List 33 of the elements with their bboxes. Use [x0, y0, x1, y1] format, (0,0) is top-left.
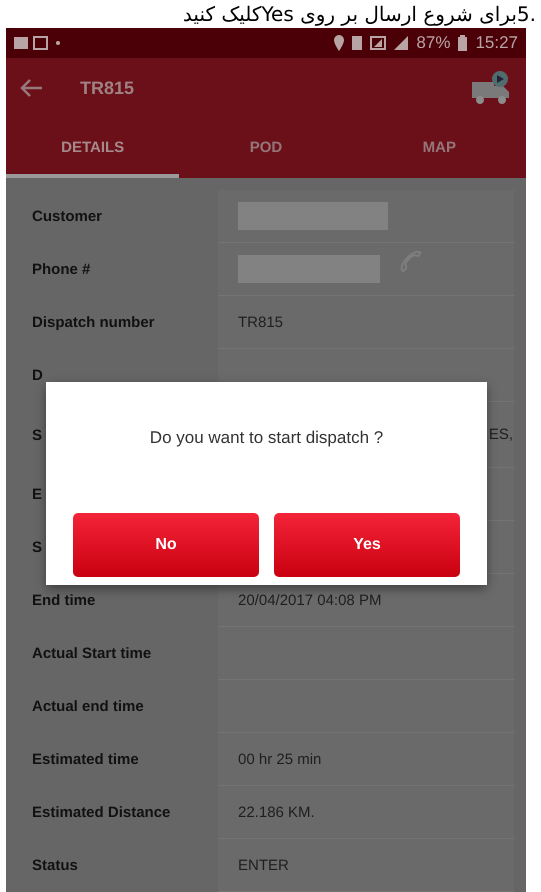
field-label: Actual Start time: [32, 645, 152, 662]
truck-play-icon[interactable]: [470, 70, 512, 106]
battery-percent: 87%: [416, 33, 450, 53]
field-label: Phone #: [32, 261, 90, 278]
field-label: Dispatch number: [32, 314, 155, 331]
field-label: S: [32, 539, 42, 556]
field-label: Customer: [32, 208, 102, 225]
field-label: Status: [32, 857, 78, 874]
back-arrow-icon[interactable]: [20, 78, 44, 98]
field-label: Estimated time: [32, 751, 139, 768]
signal-icon: [394, 36, 408, 50]
tab[interactable]: POD: [179, 118, 353, 178]
value-cell: 22.186 KM.: [218, 786, 514, 839]
battery-icon: [458, 35, 468, 51]
field-label: Actual end time: [32, 698, 144, 715]
field-label: S: [32, 426, 42, 444]
field-label: End time: [32, 592, 96, 609]
field-label: Estimated Distance: [32, 804, 170, 821]
tab[interactable]: DETAILS: [6, 118, 180, 178]
location-icon: [334, 35, 344, 51]
field-label: E: [32, 486, 42, 503]
value-cell: ENTER: [218, 839, 514, 892]
clock-time: 15:27: [475, 33, 518, 53]
tab[interactable]: MAP: [352, 118, 526, 178]
dialog-button[interactable]: No: [73, 513, 259, 577]
dialog-button[interactable]: Yes: [274, 513, 460, 577]
value-cell: TR815: [218, 296, 514, 349]
value-cell: 00 hr 25 min: [218, 733, 514, 786]
caption-text: .5برای شروع ارسال بر روی Yesکلیک کنید: [182, 1, 537, 28]
signal-icon: [370, 36, 386, 50]
sim-card-icon: [352, 36, 362, 50]
field-label: D: [32, 367, 43, 384]
toolbar-title: TR815: [80, 78, 136, 98]
